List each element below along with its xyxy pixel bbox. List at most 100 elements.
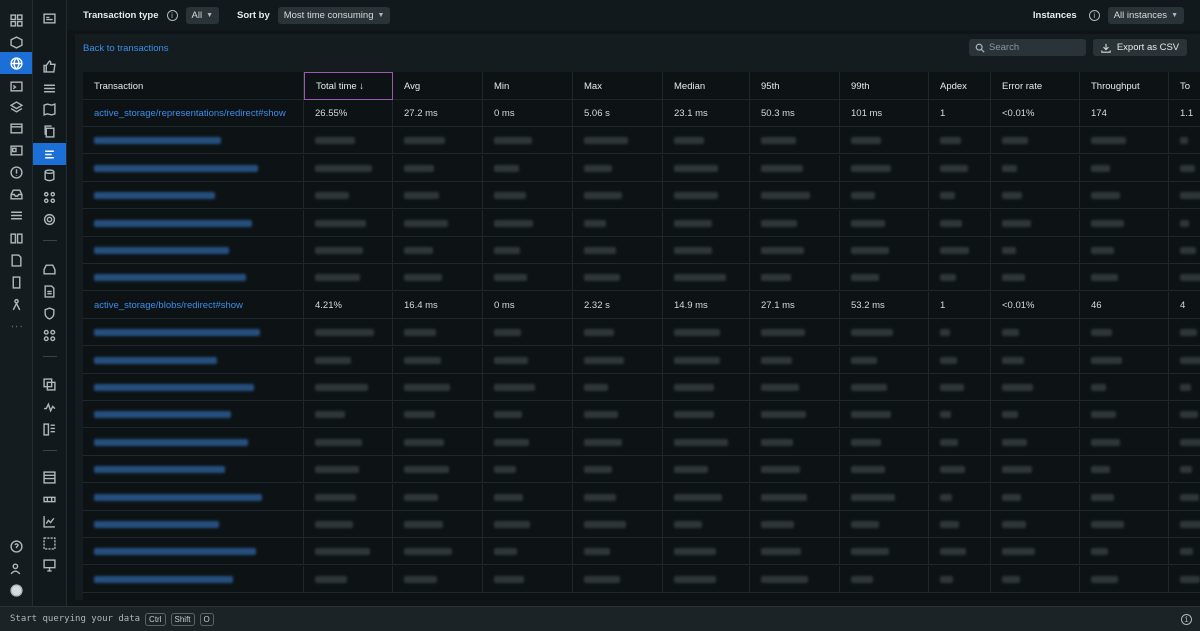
alert-icon[interactable] [0,162,32,182]
table-row[interactable] [83,428,1200,456]
add-user-icon[interactable] [0,558,32,578]
monitor-icon[interactable] [33,555,66,575]
cell-name[interactable]: active_storage/blobs/redirect#show [83,291,304,319]
instances-dropdown[interactable]: All instances ▼ [1107,6,1184,24]
person-icon[interactable] [0,294,32,314]
cell-name[interactable] [83,237,304,264]
cell-name[interactable] [83,511,304,538]
map-icon[interactable] [33,99,66,119]
frame-icon[interactable] [33,533,66,553]
cell-name[interactable] [83,264,304,292]
column-header-p99[interactable]: 99th [840,72,929,100]
table-row[interactable] [83,565,1200,593]
column-header-error[interactable]: Error rate [991,72,1080,100]
database-icon[interactable] [33,165,66,185]
table-row[interactable] [83,538,1200,566]
column-header-name[interactable]: Transaction [83,72,304,100]
table-row[interactable] [83,209,1200,237]
column-header-throughput[interactable]: Throughput [1080,72,1169,100]
filter-list-icon[interactable] [33,78,66,98]
cell-name[interactable] [83,182,304,210]
table-row[interactable]: active_storage/blobs/redirect#show 4.21% 1… [83,291,1200,319]
column-header-max[interactable]: Max [573,72,663,100]
search-input[interactable]: Search [969,39,1086,56]
inbox-icon[interactable] [33,259,66,279]
globe-icon[interactable] [0,52,32,74]
cell-name[interactable] [83,428,304,456]
columns-icon[interactable] [0,228,32,248]
table-row[interactable] [83,264,1200,292]
cell-name[interactable] [83,346,304,374]
column-header-total[interactable]: Total time ↓ [304,72,393,100]
cell-name[interactable]: active_storage/representations/redirect#… [83,100,304,127]
column-header-min[interactable]: Min [483,72,573,100]
inbox-icon[interactable] [0,184,32,204]
column-header-avg[interactable]: Avg [393,72,483,100]
cell-name[interactable] [83,456,304,484]
info-icon[interactable]: i [1088,9,1100,21]
transactions-icon[interactable] [33,143,66,165]
mobile-icon[interactable] [0,272,32,292]
terminal-icon[interactable] [0,76,32,96]
id-card-icon[interactable] [0,140,32,160]
transaction-type-dropdown[interactable]: All ▼ [185,6,219,24]
column-header-p95[interactable]: 95th [750,72,840,100]
table-row[interactable] [83,319,1200,347]
copy-icon[interactable] [33,121,66,141]
back-to-transactions-link[interactable]: Back to transactions [83,43,169,54]
info-icon[interactable]: i [166,9,178,21]
info-icon[interactable]: i [1181,613,1192,625]
cell-name[interactable] [83,565,304,593]
cube-icon[interactable] [0,32,32,52]
logs-icon[interactable] [33,281,66,301]
layers-icon[interactable] [0,97,32,117]
reports-icon[interactable] [33,419,66,439]
services-icon[interactable] [33,187,66,207]
cell-name[interactable] [83,319,304,347]
table-row[interactable] [83,483,1200,511]
column-header-to[interactable]: To [1169,72,1200,100]
cell-name[interactable] [83,154,304,182]
table-row[interactable] [83,511,1200,538]
cell-name[interactable] [83,209,304,237]
sliders-icon[interactable] [0,205,32,225]
document-icon[interactable] [0,250,32,270]
table-row[interactable] [83,182,1200,210]
table-row[interactable] [83,374,1200,401]
settings-icon[interactable] [33,209,66,229]
summary-icon[interactable] [33,8,66,28]
storage-icon[interactable] [33,489,66,509]
cell-name[interactable] [83,538,304,566]
chart-icon[interactable] [33,511,66,531]
cell-name[interactable] [83,483,304,511]
help-icon[interactable] [0,536,32,556]
column-header-apdex[interactable]: Apdex [929,72,991,100]
cell-name[interactable] [83,374,304,401]
duplicate-icon[interactable] [33,374,66,394]
table-row[interactable] [83,346,1200,374]
table-row[interactable] [83,237,1200,264]
table-row[interactable] [83,154,1200,182]
dashboard-grid-icon[interactable] [0,10,32,30]
table-row[interactable] [83,456,1200,484]
cell-name[interactable] [83,401,304,429]
table-row[interactable] [83,127,1200,155]
avatar[interactable] [0,580,32,600]
table-row[interactable]: active_storage/representations/redirect#… [83,100,1200,127]
sort-by-dropdown[interactable]: Most time consuming ▼ [277,6,391,24]
activity-icon[interactable] [33,397,66,417]
transaction-link[interactable]: active_storage/representations/redirect#… [94,108,286,119]
cell-name[interactable] [83,127,304,155]
cell-apdex [929,565,991,593]
transaction-link[interactable]: active_storage/blobs/redirect#show [94,300,243,311]
more-icon[interactable] [0,316,32,336]
apps-icon[interactable] [33,325,66,345]
table-row[interactable] [83,401,1200,429]
query-bar[interactable]: Start querying your data Ctrl Shift O i [0,606,1200,631]
browser-icon[interactable] [0,118,32,138]
column-header-median[interactable]: Median [663,72,750,100]
shield-icon[interactable] [33,303,66,323]
export-csv-button[interactable]: Export as CSV [1093,39,1187,56]
thumbs-up-icon[interactable] [33,56,66,76]
table-icon[interactable] [33,467,66,487]
